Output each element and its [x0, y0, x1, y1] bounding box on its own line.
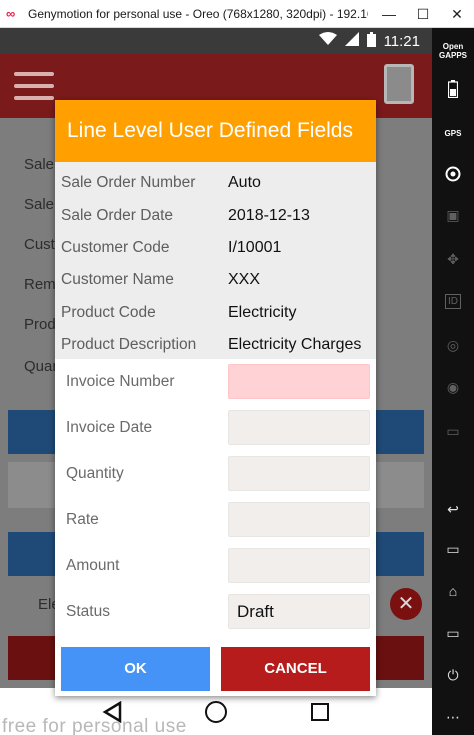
info-label: Product Description: [61, 336, 197, 353]
status-input[interactable]: [228, 594, 370, 629]
close-window-button[interactable]: ✕: [440, 0, 474, 28]
cancel-button[interactable]: CANCEL: [221, 647, 370, 691]
more-options-icon[interactable]: ⋯: [432, 702, 474, 732]
editable-fields-section: Invoice Number Invoice Date Quantity Rat…: [55, 359, 376, 646]
invoice-date-input[interactable]: [228, 410, 370, 445]
info-label: Sale Order Date: [61, 207, 173, 224]
disk-io-icon: ◎: [446, 336, 460, 353]
add-document-icon[interactable]: [384, 64, 414, 104]
webcam-widget-icon[interactable]: [432, 160, 474, 190]
home-icon[interactable]: [203, 699, 229, 725]
info-label: Customer Code: [61, 239, 170, 256]
info-value: 2018-12-13: [228, 207, 310, 224]
user-defined-fields-dialog: Line Level User Defined Fields Sale Orde…: [55, 100, 376, 696]
info-value: I/10001: [228, 239, 282, 256]
info-label: Sale Order Number: [61, 174, 196, 191]
info-label: Customer Name: [61, 271, 174, 288]
home-key-icon[interactable]: ⌂: [432, 576, 474, 606]
recents-icon[interactable]: [307, 699, 333, 725]
media-widget-icon: ▣: [446, 206, 460, 223]
sms-widget-icon: ▭: [446, 422, 460, 439]
android-statusbar: 11:21: [0, 28, 432, 54]
ok-button[interactable]: OK: [61, 647, 210, 691]
info-row: Product Code Electricity: [55, 296, 376, 328]
window-titlebar: ∞ Genymotion for personal use - Oreo (76…: [0, 0, 474, 28]
amount-input[interactable]: [228, 548, 370, 583]
recent-apps-key-icon[interactable]: ▭: [432, 534, 474, 564]
quantity-label: Quantity: [66, 465, 124, 482]
window-controls: — ☐ ✕: [372, 0, 474, 28]
info-row: Sale Order Date 2018-12-13: [55, 199, 376, 231]
network-widget-icon: ◉: [446, 378, 460, 395]
info-value: XXX: [228, 271, 261, 288]
info-row: Customer Code I/10001: [55, 231, 376, 263]
wifi-icon: [318, 32, 337, 50]
invoice-date-label: Invoice Date: [66, 419, 153, 436]
genymotion-logo-icon: ∞: [6, 5, 16, 21]
rate-label: Rate: [66, 511, 99, 528]
info-row: Sale Order Number Auto: [55, 166, 376, 198]
bg-label: Rem: [24, 276, 56, 293]
amount-label: Amount: [66, 557, 120, 574]
dialog-title: Line Level User Defined Fields: [55, 100, 376, 162]
field-row-rate: Rate: [55, 497, 376, 543]
field-row-quantity: Quantity: [55, 451, 376, 497]
bg-label: Sale: [24, 156, 55, 173]
info-row: Product Description Electricity Charges: [55, 328, 376, 360]
bg-remove-icon: ✕: [390, 588, 422, 620]
invoice-number-input[interactable]: [228, 364, 370, 399]
info-value: Electricity: [228, 304, 297, 321]
battery-icon: [366, 31, 376, 51]
maximize-button[interactable]: ☐: [406, 0, 440, 28]
status-time: 11:21: [383, 32, 420, 50]
field-row-status: Status: [55, 589, 376, 635]
invoice-number-label: Invoice Number: [66, 373, 175, 390]
window-title: Genymotion for personal use - Oreo (768x…: [28, 6, 368, 21]
field-row-invoice-date: Invoice Date: [55, 405, 376, 451]
genymotion-sidebar: Open GAPPS GPS ▣ ✥ ID ◎ ◉ ▭ ↩ ▭ ⌂ ▭ ⏻ ⋯: [432, 28, 474, 735]
bg-label: Sale: [24, 196, 55, 213]
rate-input[interactable]: [228, 502, 370, 537]
minimize-button[interactable]: —: [372, 0, 406, 28]
info-value: Auto: [228, 174, 261, 191]
signal-icon: [344, 32, 359, 50]
field-row-amount: Amount: [55, 543, 376, 589]
watermark-text: free for personal use: [2, 716, 187, 735]
info-label: Product Code: [61, 304, 156, 321]
dpad-widget-icon: ✥: [447, 250, 459, 267]
bg-label: Prod: [24, 316, 56, 333]
order-info-section: Sale Order Number Auto Sale Order Date 2…: [55, 162, 376, 359]
open-gapps-label: Open GAPPS: [438, 42, 467, 60]
quantity-input[interactable]: [228, 456, 370, 491]
device-screen: 11:21 Sale Sale Cust Rem Prod Quan Ele ✕…: [0, 28, 432, 735]
info-value: Electricity Charges: [228, 336, 362, 353]
open-gapps-button[interactable]: Open GAPPS: [432, 34, 474, 68]
field-row-invoice-number: Invoice Number: [55, 359, 376, 405]
gps-widget-icon[interactable]: GPS: [432, 116, 474, 150]
back-key-icon[interactable]: ↩: [432, 494, 474, 524]
power-key-icon[interactable]: ⏻: [432, 660, 474, 690]
device-id-icon: ID: [432, 286, 474, 316]
bg-label: Cust: [24, 236, 55, 253]
info-row: Customer Name XXX: [55, 263, 376, 295]
status-label: Status: [66, 603, 110, 620]
menu-icon[interactable]: [14, 72, 54, 100]
menu-key-icon[interactable]: ▭: [432, 618, 474, 648]
battery-widget-icon[interactable]: [432, 74, 474, 104]
